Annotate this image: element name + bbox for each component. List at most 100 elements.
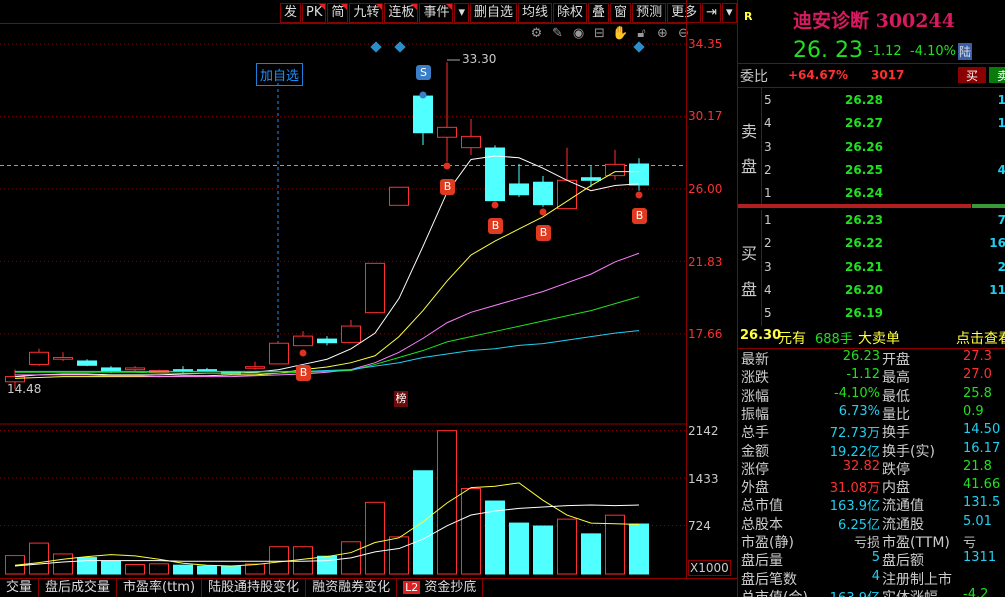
volume-bar <box>101 560 121 575</box>
stat-row: 涨停 32.82 跌停 21.8 <box>738 459 1005 479</box>
toolbar-button[interactable]: 更多 <box>667 3 702 23</box>
buy-signal-marker[interactable]: B <box>440 179 455 195</box>
volume-bar <box>557 518 577 575</box>
chart-toolbar: 发 PK 简九转 连板 事件 ▾ 删自选 均线 除权叠窗预测 更多 ⇥ ▾ <box>280 3 738 23</box>
stat-value: 72.73万 <box>829 426 880 442</box>
stat-label: 流通值 <box>882 498 924 515</box>
kline-chart[interactable] <box>0 24 686 578</box>
toolbar-button[interactable]: 事件 <box>419 3 454 23</box>
price-tick: 17.66 <box>688 327 723 341</box>
toolbar-button[interactable]: 窗 <box>610 3 632 23</box>
stat-label: 开盘 <box>882 352 910 368</box>
candle-body <box>269 342 289 365</box>
level-price: 26.25 <box>845 162 883 177</box>
toolbar-button[interactable]: 均线 <box>518 3 553 23</box>
stat-label: 内盘 <box>882 480 910 497</box>
price-tick: 34.35 <box>688 37 723 51</box>
big-order-link[interactable]: 点击查看 <box>956 328 1005 348</box>
toolbar-button[interactable]: PK <box>302 3 327 23</box>
stat-row: 总市值(合) 163.9亿实体涨幅 -4.2 <box>738 587 1005 597</box>
ma-line-ma30 <box>15 296 640 374</box>
stat-value: 41.66 <box>963 477 1001 493</box>
toolbar-button[interactable]: 叠 <box>588 3 610 23</box>
buy-sell-ratio-bar-red <box>738 204 971 208</box>
volume-bar <box>365 501 385 575</box>
level-number: 4 <box>764 116 772 131</box>
level-price: 26.24 <box>845 186 883 201</box>
l2-badge: L2 <box>403 581 421 594</box>
stat-value: 1311 <box>963 550 997 566</box>
indicator-tab[interactable]: L2 资金抄底 <box>397 579 484 597</box>
buy-signal-marker[interactable]: B <box>632 208 647 224</box>
toolbar-button[interactable]: 删自选 <box>469 3 517 23</box>
toolbar-button[interactable]: ⇥ <box>702 3 721 23</box>
level-price: 26.28 <box>845 93 883 107</box>
toolbar-button[interactable]: 预测 <box>632 3 667 23</box>
toolbar-button[interactable]: 九转 <box>349 3 384 23</box>
stat-label: 量比 <box>882 406 910 423</box>
volume-bar <box>413 470 433 575</box>
level-price: 26.23 <box>845 213 883 227</box>
level-number: 3 <box>764 259 772 274</box>
stat-label: 盘后笔数 <box>741 571 797 588</box>
volume-bar <box>461 488 481 575</box>
buy-signal-marker[interactable]: B <box>296 365 311 381</box>
top-bar: 发 PK 简九转 连板 事件 ▾ 删自选 均线 除权叠窗预测 更多 ⇥ ▾ ⚙ ✎ ◉ ⊟ ✋ 🔓︎ … <box>0 0 737 41</box>
event-diamond-icon <box>394 41 406 53</box>
stat-value: 6.25亿 <box>838 517 880 533</box>
stat-value: 4 <box>871 568 880 584</box>
stat-label: 市盈(静) <box>741 535 794 551</box>
candle-body <box>365 262 385 314</box>
high-price-label: 33.30 <box>462 52 497 66</box>
stat-row: 盘后量 5 盘后额 1311 <box>738 550 1005 570</box>
buy-signal-marker[interactable]: B <box>536 225 551 241</box>
sell-level-row: 4 26.27 1 <box>738 114 1005 134</box>
stat-label: 振幅 <box>741 406 769 423</box>
stat-value: 25.8 <box>963 385 992 401</box>
sell-signal-marker[interactable]: S <box>416 65 431 80</box>
volume-bar <box>509 522 529 575</box>
indicator-tab[interactable]: 陆股通持股变化 <box>202 579 307 597</box>
big-order-type: 大卖单 <box>858 331 900 347</box>
buy-signal-marker[interactable]: B <box>488 218 503 234</box>
indicator-tab[interactable]: 市盈率(ttm) <box>117 579 203 597</box>
buy-button[interactable]: 买 <box>958 67 986 83</box>
price-change: -1.12 <box>868 44 902 59</box>
rank-marker[interactable]: 榜 <box>394 391 408 407</box>
stat-value: 131.5 <box>963 495 1001 511</box>
indicator-tab[interactable]: 盘后成交量 <box>39 579 118 597</box>
candle-body <box>557 179 577 210</box>
toolbar-button[interactable]: 简 <box>327 3 349 23</box>
stat-label: 最高 <box>882 370 910 387</box>
big-order-row[interactable]: 26.30 元有 688手 大卖单 点击查看 <box>738 328 1005 348</box>
sell-level-row: 3 26.26 <box>738 138 1005 158</box>
toolbar-button[interactable]: 除权 <box>553 3 588 23</box>
toolbar-button[interactable]: 发 <box>280 3 302 23</box>
stat-row: 盘后笔数 4 注册制上市 <box>738 569 1005 589</box>
level-volume: 16 <box>989 236 1005 251</box>
toolbar-button[interactable]: ▾ <box>722 3 737 23</box>
stat-label: 市盈(TTM) <box>882 535 950 551</box>
stat-label: 总市值(合) <box>741 587 808 597</box>
toolbar-button[interactable]: 连板 <box>384 3 419 23</box>
sell-button[interactable]: 卖 <box>989 67 1005 83</box>
signal-dot <box>539 208 547 216</box>
stat-value: 32.82 <box>842 458 880 474</box>
sell-level-row: 2 26.25 4 <box>738 161 1005 181</box>
stat-label: 换手(实) <box>882 443 935 460</box>
stat-label: 盘后量 <box>741 553 783 570</box>
low-price-label: 14.48 <box>7 382 42 396</box>
stat-value: -1.12 <box>846 367 880 383</box>
toolbar-button[interactable]: ▾ <box>454 3 469 23</box>
indicator-tab[interactable]: 融资融券变化 <box>306 579 398 597</box>
stat-label: 涨幅 <box>741 388 769 405</box>
signal-dot <box>443 162 451 170</box>
price-tick: 26.00 <box>688 182 723 196</box>
volume-bar <box>197 565 217 575</box>
indicator-tab[interactable]: 交量 <box>0 579 40 597</box>
level-number: 4 <box>764 282 772 297</box>
level-volume: 1 <box>998 116 1005 130</box>
stat-row: 涨跌 -1.12 最高 27.0 <box>738 367 1005 387</box>
add-watchlist-marker[interactable]: 加自选 <box>256 63 304 86</box>
candle-body <box>581 177 601 181</box>
